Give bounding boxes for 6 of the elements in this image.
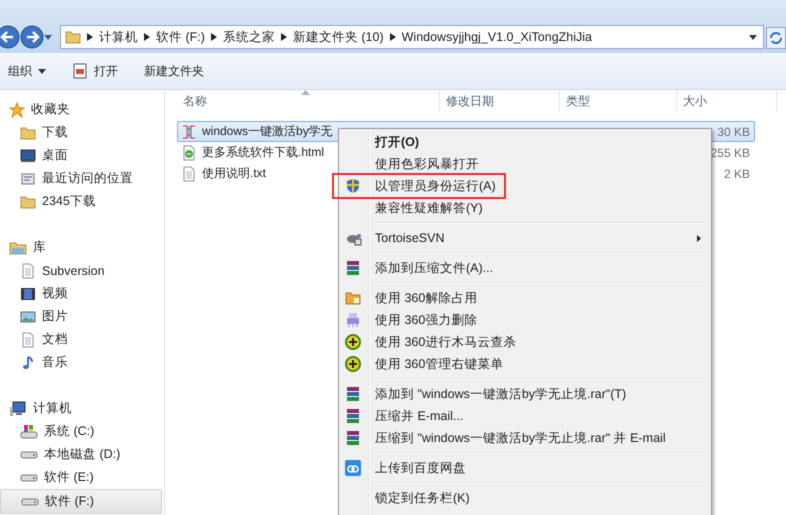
file-name: 使用说明.txt: [202, 165, 266, 182]
file-name: 更多系统软件下载.html: [202, 144, 324, 161]
file-name: windows一键激活by学无: [202, 123, 333, 140]
file-size: 2 KB: [724, 166, 751, 180]
file-size: 30 KB: [717, 124, 751, 138]
file-size: 255 KB: [710, 146, 751, 160]
